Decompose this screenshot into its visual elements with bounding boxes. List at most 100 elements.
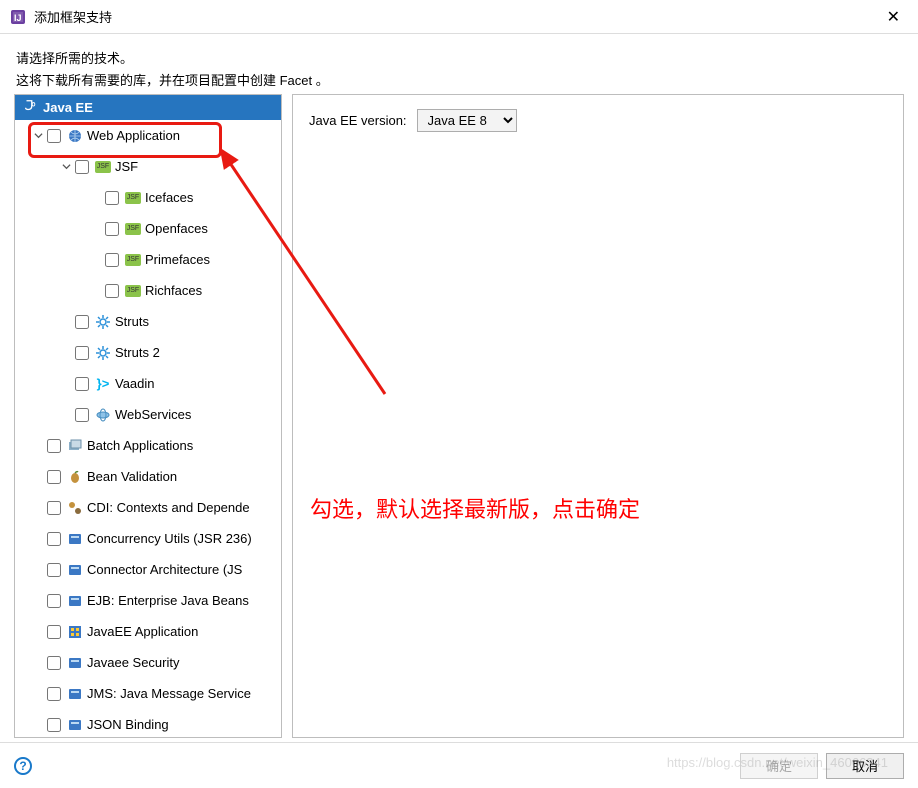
jsf-icon: JSF bbox=[125, 190, 141, 206]
expander-icon[interactable] bbox=[59, 315, 73, 329]
blue-icon bbox=[67, 531, 83, 547]
expander-icon[interactable] bbox=[89, 222, 103, 236]
tree-item-label: Concurrency Utils (JSR 236) bbox=[87, 531, 252, 546]
tree-header-label: Java EE bbox=[43, 100, 93, 115]
jsf-icon: JSF bbox=[125, 283, 141, 299]
tree-item[interactable]: EJB: Enterprise Java Beans bbox=[15, 585, 281, 616]
titlebar: IJ 添加框架支持 ✕ bbox=[0, 0, 918, 34]
tree-item-label: JMS: Java Message Service bbox=[87, 686, 251, 701]
tree-checkbox[interactable] bbox=[47, 594, 61, 608]
expander-icon[interactable] bbox=[31, 532, 45, 546]
tree-item-label: WebServices bbox=[115, 407, 191, 422]
vaadin-icon: }> bbox=[95, 376, 111, 392]
tree-item-label: Openfaces bbox=[145, 221, 208, 236]
tree-checkbox[interactable] bbox=[47, 718, 61, 732]
tree-checkbox[interactable] bbox=[47, 532, 61, 546]
ws-icon bbox=[95, 407, 111, 423]
expander-icon[interactable] bbox=[31, 687, 45, 701]
tree-item-label: JSF bbox=[115, 159, 138, 174]
tree-checkbox[interactable] bbox=[75, 377, 89, 391]
expander-icon[interactable] bbox=[31, 718, 45, 732]
expander-icon[interactable] bbox=[59, 377, 73, 391]
tree-checkbox[interactable] bbox=[47, 687, 61, 701]
javaee-icon bbox=[67, 624, 83, 640]
tree-item[interactable]: JSF Richfaces bbox=[15, 275, 281, 306]
expander-icon[interactable] bbox=[31, 625, 45, 639]
tree-checkbox[interactable] bbox=[105, 253, 119, 267]
expander-icon[interactable] bbox=[31, 656, 45, 670]
tree-item[interactable]: Bean Validation bbox=[15, 461, 281, 492]
tree-item[interactable]: JSFIcefaces bbox=[15, 182, 281, 213]
expander-icon[interactable] bbox=[89, 284, 103, 298]
tree-checkbox[interactable] bbox=[47, 470, 61, 484]
tree-item[interactable]: JSFPrimefaces bbox=[15, 244, 281, 275]
tree-checkbox[interactable] bbox=[105, 222, 119, 236]
expander-icon[interactable] bbox=[59, 160, 73, 174]
tree-checkbox[interactable] bbox=[47, 656, 61, 670]
batch-icon bbox=[67, 438, 83, 454]
tree-item-label: Struts 2 bbox=[115, 345, 160, 360]
expander-icon[interactable] bbox=[31, 470, 45, 484]
expander-icon[interactable] bbox=[31, 563, 45, 577]
tree-item[interactable]: }>Vaadin bbox=[15, 368, 281, 399]
tree-item[interactable]: CDI: Contexts and Depende bbox=[15, 492, 281, 523]
footer: ? 确定 取消 bbox=[0, 742, 918, 788]
tree-checkbox[interactable] bbox=[47, 625, 61, 639]
tree-item[interactable]: Connector Architecture (JS bbox=[15, 554, 281, 585]
tree-item[interactable]: JSF JSF bbox=[15, 151, 281, 182]
jsf-icon: JSF bbox=[95, 159, 111, 175]
tree-checkbox[interactable] bbox=[75, 160, 89, 174]
tree-checkbox[interactable] bbox=[47, 501, 61, 515]
cancel-button[interactable]: 取消 bbox=[826, 753, 904, 779]
tree-item[interactable]: Javaee Security bbox=[15, 647, 281, 678]
close-icon[interactable]: ✕ bbox=[879, 3, 908, 31]
tree-item-label: Javaee Security bbox=[87, 655, 180, 670]
tree-item-label: JavaEE Application bbox=[87, 624, 198, 639]
tree-item[interactable]: JavaEE Application bbox=[15, 616, 281, 647]
tree-scroll[interactable]: Web ApplicationJSFJSFJSFIcefacesJSFOpenf… bbox=[15, 120, 281, 737]
web-icon bbox=[67, 128, 83, 144]
tree-item-label: EJB: Enterprise Java Beans bbox=[87, 593, 249, 608]
tree-item[interactable]: JSON Binding bbox=[15, 709, 281, 737]
expander-icon[interactable] bbox=[59, 408, 73, 422]
svg-text:IJ: IJ bbox=[14, 13, 22, 23]
blue-icon bbox=[67, 655, 83, 671]
expander-icon[interactable] bbox=[31, 129, 45, 143]
tree-checkbox[interactable] bbox=[105, 284, 119, 298]
blue-icon bbox=[67, 562, 83, 578]
tree-checkbox[interactable] bbox=[47, 439, 61, 453]
expander-icon[interactable] bbox=[59, 346, 73, 360]
tree-checkbox[interactable] bbox=[75, 346, 89, 360]
tree-item[interactable]: Batch Applications bbox=[15, 430, 281, 461]
expander-icon[interactable] bbox=[31, 439, 45, 453]
tree-checkbox[interactable] bbox=[75, 408, 89, 422]
tree-item-label: Web Application bbox=[87, 128, 180, 143]
tree-item[interactable]: Struts bbox=[15, 306, 281, 337]
tree-item[interactable]: WebServices bbox=[15, 399, 281, 430]
expander-icon[interactable] bbox=[31, 594, 45, 608]
expander-icon[interactable] bbox=[89, 191, 103, 205]
tree-item[interactable]: Web Application bbox=[15, 120, 281, 151]
tree-item[interactable]: Concurrency Utils (JSR 236) bbox=[15, 523, 281, 554]
jsf-icon: JSF bbox=[125, 252, 141, 268]
tree-item[interactable]: Struts 2 bbox=[15, 337, 281, 368]
intro-line2: 这将下载所有需要的库，并在项目配置中创建 Facet 。 bbox=[16, 70, 902, 92]
expander-icon[interactable] bbox=[31, 501, 45, 515]
tree-checkbox[interactable] bbox=[47, 563, 61, 577]
help-icon[interactable]: ? bbox=[14, 757, 32, 775]
gear-icon bbox=[95, 345, 111, 361]
blue-icon bbox=[67, 686, 83, 702]
tree-checkbox[interactable] bbox=[75, 315, 89, 329]
tree-item-label: CDI: Contexts and Depende bbox=[87, 500, 250, 515]
ok-button[interactable]: 确定 bbox=[740, 753, 818, 779]
tree-checkbox[interactable] bbox=[47, 129, 61, 143]
tree-header[interactable]: Java EE bbox=[15, 95, 281, 120]
detail-panel: Java EE version: Java EE 8 bbox=[292, 94, 904, 738]
tree-checkbox[interactable] bbox=[105, 191, 119, 205]
version-select[interactable]: Java EE 8 bbox=[417, 109, 517, 132]
version-label: Java EE version: bbox=[309, 113, 407, 128]
tree-item[interactable]: JSFOpenfaces bbox=[15, 213, 281, 244]
expander-icon[interactable] bbox=[89, 253, 103, 267]
tree-item[interactable]: JMS: Java Message Service bbox=[15, 678, 281, 709]
tree-item-label: Richfaces bbox=[145, 283, 202, 298]
